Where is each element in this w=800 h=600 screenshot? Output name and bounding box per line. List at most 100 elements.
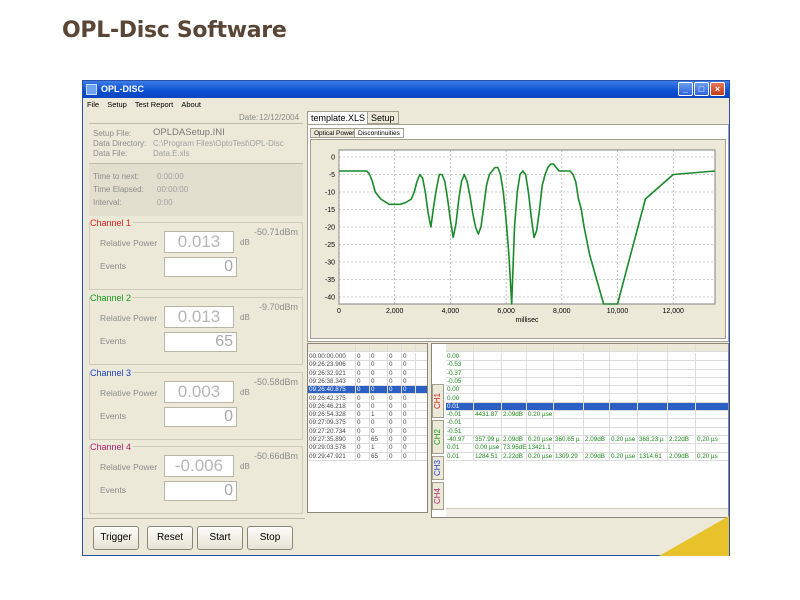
- table-cell: [527, 377, 554, 387]
- title-bar[interactable]: OPL-DISC _ □ ×: [83, 81, 729, 98]
- table-cell: -40.97: [446, 436, 474, 445]
- menu-about[interactable]: About: [177, 98, 203, 109]
- channel-2-events: 65: [164, 332, 237, 352]
- stop-button[interactable]: Stop: [247, 526, 293, 550]
- table-cell: [554, 377, 584, 387]
- channel-4-rp-label: Relative Power: [100, 462, 158, 472]
- table-cell: [527, 353, 554, 362]
- table-cell: 0: [370, 394, 388, 403]
- date-value: 12/12/2004: [259, 113, 300, 122]
- table-cell: 09:29:47.921: [308, 452, 356, 461]
- table-cell: 0: [388, 419, 402, 428]
- table-row[interactable]: 09:26:38.343 0 0 0 0: [308, 377, 427, 387]
- date-label: Date:: [239, 113, 259, 122]
- table-cell: 0: [402, 369, 416, 378]
- table-row[interactable]: 09:27:35.890 0 65 0 0: [308, 436, 427, 445]
- menu-test-report[interactable]: Test Report: [131, 98, 175, 109]
- table-cell: [610, 353, 638, 362]
- table-cell: 0: [370, 361, 388, 370]
- maximize-button[interactable]: □: [694, 82, 709, 96]
- table-cell: [554, 419, 584, 428]
- channel-2-title: Channel 2: [90, 293, 134, 303]
- table-row[interactable]: -0.51: [446, 427, 728, 436]
- tab-discontinuities[interactable]: Discontinuities: [354, 128, 404, 138]
- reset-button[interactable]: Reset: [147, 526, 193, 550]
- table-cell: 0: [388, 386, 402, 395]
- table-row[interactable]: 09:26:42.375 0 0 0 0: [308, 394, 427, 403]
- tab-setup[interactable]: Setup: [367, 111, 399, 124]
- table-row[interactable]: -0.01 4431.87 2.09dB 0.20 µse: [446, 411, 728, 420]
- table-cell: -0.01: [446, 419, 474, 428]
- table-row[interactable]: 09:26:46.218 0 0 0 0: [308, 402, 427, 412]
- table-cell: 0: [402, 361, 416, 370]
- table-row[interactable]: 09:26:23.906 0 0 0 0: [308, 361, 427, 370]
- channel-1-events-label: Events: [100, 261, 126, 271]
- tab-template[interactable]: template.XLS: [307, 111, 370, 124]
- table-cell: [638, 386, 668, 395]
- table-row[interactable]: 09:26:54.328 0 1 0 0: [308, 411, 427, 420]
- table-row[interactable]: 09:27:09.375 0 0 0 0: [308, 419, 427, 428]
- start-button[interactable]: Start: [197, 526, 243, 550]
- channel-data-table[interactable]: CH1 CH2 CH3 CH4 0.00 -0.53 -0.37 -0.05 0.00 0…: [431, 343, 729, 518]
- table-row[interactable]: 0.01 1284.51 2.22dB 0.20 µse 1309.29 2.09dB 0.…: [446, 452, 728, 461]
- table-cell: [668, 386, 696, 395]
- tab-ch4[interactable]: CH4: [432, 482, 444, 510]
- table-cell: 0.01: [446, 444, 474, 453]
- table-cell: [554, 444, 584, 453]
- event-time-table[interactable]: 00:00:00.000 0 0 0 0 09:26:23.906 0 0 0 0 09:26:32…: [307, 343, 428, 513]
- table-cell: [668, 353, 696, 362]
- channel-1-rp-label: Relative Power: [100, 238, 158, 248]
- table-row[interactable]: -0.01: [446, 419, 728, 428]
- time-elapsed-label: Time Elapsed:: [93, 185, 144, 194]
- chart-frame: 0 2,000 4,000 6,000 8,000 10,000 12,000 0 -5 -10 -…: [310, 139, 726, 339]
- table-row[interactable]: 09:26:32.921 0 0 0 0: [308, 369, 427, 378]
- table-cell: 0: [388, 394, 402, 403]
- tab-ch2[interactable]: CH2: [432, 420, 444, 454]
- table-cell: 0.00: [446, 386, 474, 395]
- x-tick-label: 0: [337, 308, 341, 315]
- y-tick-label: 0: [331, 155, 335, 162]
- table-row[interactable]: 0.01 0.00 µse 73.95dE 13421.1: [446, 444, 728, 453]
- y-tick-label: -25: [325, 242, 335, 249]
- table-row[interactable]: 09:26:40.875 0 0 0 0: [308, 386, 427, 395]
- table-cell: 2.09dB: [502, 411, 527, 420]
- table-row[interactable]: 09:27:20.734 0 0 0 0: [308, 427, 427, 436]
- table-cell: [584, 419, 610, 428]
- table-row[interactable]: 0.00: [446, 353, 728, 362]
- channel-4-unit: dB: [240, 462, 250, 471]
- table-row[interactable]: 0.00: [446, 394, 728, 403]
- tab-ch3[interactable]: CH3: [432, 456, 444, 480]
- table-cell: 0.01: [446, 452, 474, 461]
- table-cell: [696, 444, 728, 452]
- table-cell: [554, 427, 584, 436]
- table-cell: [668, 361, 696, 370]
- table-row[interactable]: -0.37: [446, 369, 728, 378]
- table-row[interactable]: 0.00: [446, 386, 728, 395]
- y-tick-label: -30: [325, 260, 335, 267]
- trigger-button[interactable]: Trigger: [93, 526, 139, 550]
- table-cell: [610, 386, 638, 395]
- right-panel: template.XLS Setup Optical Power Discont…: [307, 111, 729, 556]
- menu-file[interactable]: File: [83, 98, 101, 109]
- table-row[interactable]: -0.53: [446, 361, 728, 370]
- table-row[interactable]: 09:29:47.921 0 65 0 0: [308, 452, 427, 461]
- tab-optical-power[interactable]: Optical Power: [310, 128, 359, 138]
- table-row[interactable]: 00:00:00.000 0 0 0 0: [308, 353, 427, 362]
- tab-ch1[interactable]: CH1: [432, 384, 444, 418]
- close-button[interactable]: ×: [710, 82, 725, 96]
- table-cell: [610, 411, 638, 420]
- table-cell: 0: [402, 411, 416, 420]
- table-cell: 0: [402, 427, 416, 436]
- table-row[interactable]: 0.01: [446, 402, 728, 412]
- channel-2-dbm: -9.70dBm: [258, 302, 298, 312]
- table-row[interactable]: -40.97 357.99 µ 2.09dB 0.20 µse 360.65 µ 2.09…: [446, 436, 728, 445]
- minimize-button[interactable]: _: [678, 82, 693, 96]
- interval-label: Interval:: [93, 198, 122, 207]
- menu-setup[interactable]: Setup: [103, 98, 129, 109]
- table-cell: 0: [370, 369, 388, 378]
- app-icon: [86, 84, 97, 95]
- table-row[interactable]: -0.05: [446, 377, 728, 387]
- time-to-next-label: Time to next:: [93, 172, 139, 181]
- table-cell: 09:27:35.890: [308, 436, 356, 445]
- table-row[interactable]: 09:29:03.578 0 1 0 0: [308, 444, 427, 453]
